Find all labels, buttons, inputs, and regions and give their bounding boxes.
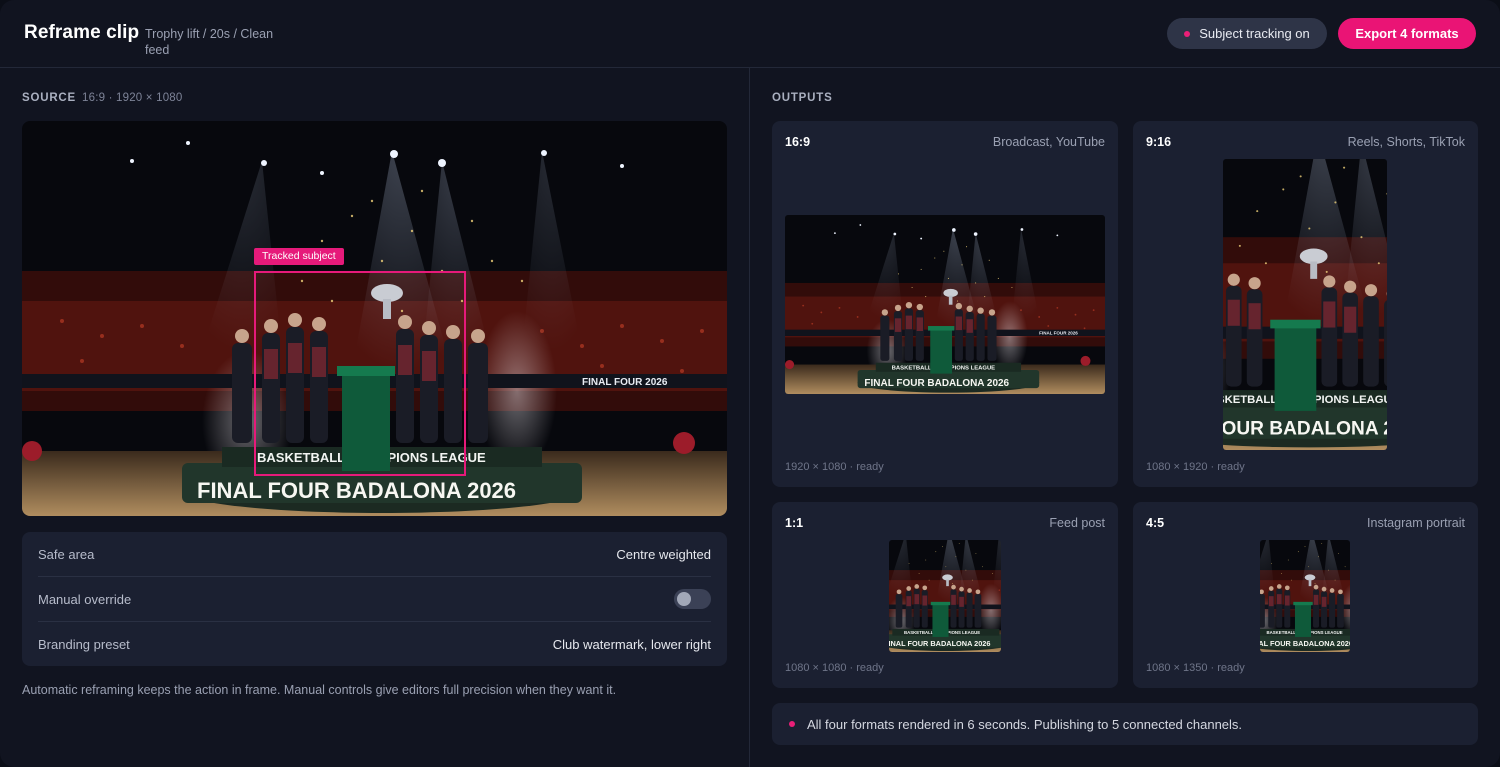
thumbnail-image [1223,159,1387,450]
setting-branding-preset[interactable]: Branding preset Club watermark, lower ri… [38,622,711,666]
subject-tracking-toggle[interactable]: Subject tracking on [1167,18,1327,49]
export-button[interactable]: Export 4 formats [1338,18,1476,49]
output-ratio: 9:16 [1146,135,1172,149]
source-label: SOURCE [22,92,77,104]
source-section-label: SOURCE 16:9 · 1920 × 1080 [22,92,183,104]
output-ratio: 1:1 [785,516,804,530]
status-dot-icon [1184,30,1191,37]
output-card-9-16[interactable]: 9:16 Reels, Shorts, TikTok 1080 × 1920 ·… [1133,121,1478,487]
outputs-section-label: OUTPUTS [772,92,833,104]
output-status: 1080 × 1350 · ready [1146,662,1245,674]
setting-manual-override: Manual override [38,577,711,621]
toggle-knob [677,592,691,606]
output-card-4-5[interactable]: 4:5 Instagram portrait 1080 × 1350 · rea… [1133,502,1478,688]
helper-caption: Automatic reframing keeps the action in … [22,683,617,697]
output-use: Feed post [1049,516,1105,530]
output-thumbnail [889,540,1001,652]
tracked-subject-box[interactable] [254,271,466,476]
output-thumbnail [1260,540,1350,652]
tracked-subject-tag: Tracked subject [254,248,344,265]
clip-subtitle: Trophy lift / 20s / Clean feed [145,27,274,57]
setting-label: Manual override [38,591,132,607]
thumbnail-image [889,540,1001,652]
panel-divider [749,68,750,767]
header: Reframe clip Trophy lift / 20s / Clean f… [0,0,1500,68]
setting-value: Club watermark, lower right [552,636,711,652]
status-dot-icon [789,721,795,727]
manual-override-toggle[interactable] [674,589,711,609]
output-thumbnail [785,215,1105,394]
setting-label: Safe area [38,546,95,562]
page-title: Reframe clip [24,22,140,43]
output-thumbnail [1223,159,1387,450]
setting-label: Branding preset [38,636,130,652]
output-use: Instagram portrait [1367,516,1465,530]
output-ratio: 16:9 [785,135,811,149]
setting-value: Centre weighted [616,546,711,562]
output-status: 1080 × 1080 · ready [785,662,884,674]
thumbnail-image [1260,540,1350,652]
render-summary-text: All four formats rendered in 6 seconds. … [807,716,1243,732]
output-use: Reels, Shorts, TikTok [1347,135,1465,149]
setting-safe-area[interactable]: Safe area Centre weighted [38,532,711,576]
output-status: 1920 × 1080 · ready [785,461,884,473]
output-card-16-9[interactable]: 16:9 Broadcast, YouTube 1920 × 1080 · re… [772,121,1118,487]
output-use: Broadcast, YouTube [992,135,1105,149]
settings-panel: Safe area Centre weighted Manual overrid… [22,532,727,666]
subject-tracking-label: Subject tracking on [1199,26,1310,41]
source-meta: 16:9 · 1920 × 1080 [82,92,183,104]
render-summary: All four formats rendered in 6 seconds. … [772,703,1478,745]
thumbnail-image [785,215,1105,394]
output-card-1-1[interactable]: 1:1 Feed post 1080 × 1080 · ready [772,502,1118,688]
output-ratio: 4:5 [1146,516,1165,530]
output-status: 1080 × 1920 · ready [1146,461,1245,473]
app-window: Reframe clip Trophy lift / 20s / Clean f… [0,0,1500,767]
